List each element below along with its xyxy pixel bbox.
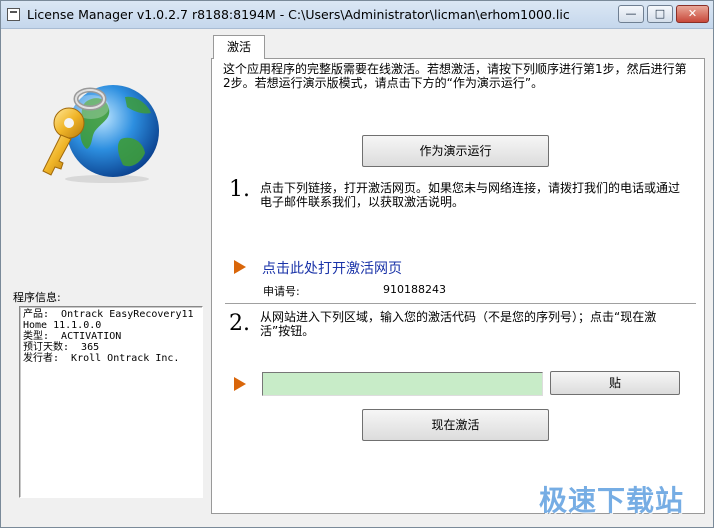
key-globe-icon [42,85,159,183]
arrow-right-icon [234,377,246,391]
step-1-number: 1. [229,177,250,202]
paste-button[interactable]: 贴 [550,371,680,395]
program-info-line: Home 11.1.0.0 [23,320,102,331]
step-2-number: 2. [229,311,250,336]
title-bar[interactable]: License Manager v1.0.2.7 r8188:8194M - C… [1,1,713,29]
request-number-value: 910188243 [383,283,446,296]
program-info-line: 发行者: Kroll Ontrack Inc. [23,353,180,364]
arrow-right-icon [234,260,246,274]
intro-text: 这个应用程序的完整版需要在线激活。若想激活，请按下列顺序进行第1步，然后进行第2… [223,62,687,90]
maximize-button[interactable]: □ [647,5,673,23]
minimize-button[interactable]: — [618,5,644,23]
window-title: License Manager v1.0.2.7 r8188:8194M - C… [27,7,570,22]
step-1-text: 点击下列链接，打开激活网页。如果您未与网络连接，请拨打我们的电话或通过电子邮件联… [260,181,681,209]
program-info-label: 程序信息: [13,291,61,304]
close-button[interactable]: ✕ [676,5,709,23]
program-info-line: 产品: Ontrack EasyRecovery11 [23,309,194,320]
step-separator [225,303,696,305]
run-demo-button[interactable]: 作为演示运行 [362,135,549,167]
activate-now-button[interactable]: 现在激活 [362,409,549,441]
app-icon [7,8,20,21]
activation-code-input[interactable] [262,372,543,396]
watermark: 极速下载站 [539,484,685,517]
step-2-text: 从网站进入下列区域，输入您的激活代码（不是您的序列号）；点击“现在激活”按钮。 [260,310,657,338]
program-info-box[interactable]: 产品: Ontrack EasyRecovery11 Home 11.1.0.0… [19,306,203,498]
tab-activate[interactable]: 激活 [213,35,265,59]
open-activation-page-link[interactable]: 点击此处打开激活网页 [262,258,402,278]
request-number-label: 申请号: [263,285,300,298]
program-info-line: 预订天数: 365 [23,342,100,353]
program-info-line: 类型: ACTIVATION [23,331,122,342]
license-manager-window: License Manager v1.0.2.7 r8188:8194M - C… [0,0,714,528]
